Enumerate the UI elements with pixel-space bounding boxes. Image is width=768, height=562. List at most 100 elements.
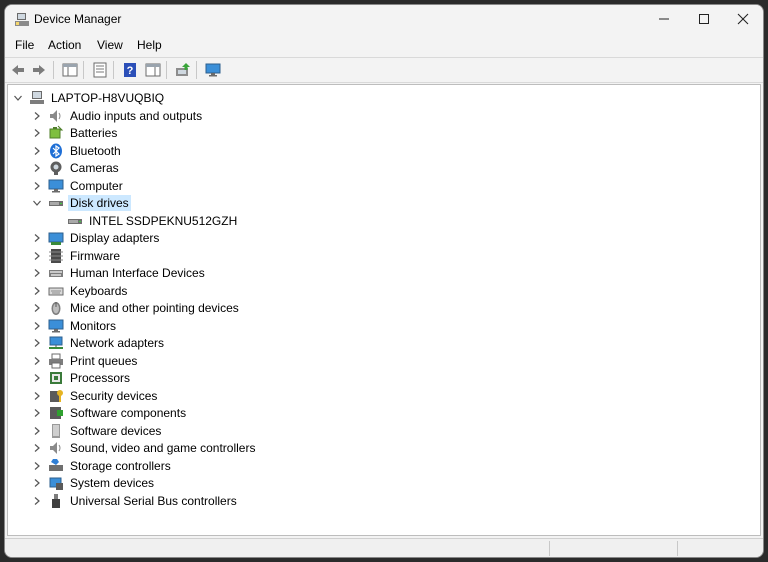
tree-node-label: Computer (70, 178, 123, 193)
properties-icon (93, 62, 107, 78)
tree-node[interactable]: Sound, video and game controllers (8, 440, 748, 457)
monitor-icon (48, 319, 64, 332)
help-button[interactable]: ? (121, 61, 139, 79)
tree-node-label: Bluetooth (70, 143, 121, 158)
tree-node[interactable]: Display adapters (8, 230, 748, 247)
minimize-button[interactable] (644, 5, 684, 33)
tree-node[interactable]: Keyboards (8, 283, 748, 300)
chevron-right-icon[interactable] (32, 461, 42, 471)
tree-root-label: LAPTOP-H8VUQBIQ (51, 91, 165, 105)
chevron-right-icon[interactable] (32, 373, 42, 383)
usb-icon (52, 493, 60, 508)
toolbar-separator (196, 61, 197, 79)
tree-node[interactable]: Software devices (8, 423, 748, 440)
speaker-icon (50, 109, 61, 122)
processor-icon (50, 372, 62, 384)
chevron-right-icon[interactable] (32, 111, 42, 121)
chevron-right-icon[interactable] (32, 286, 42, 296)
chevron-right-icon[interactable] (32, 338, 42, 348)
status-bar (5, 538, 763, 557)
tree-node[interactable]: Print queues (8, 353, 748, 370)
menu-file[interactable]: File (15, 38, 34, 52)
tree-node-label: Print queues (70, 353, 138, 368)
chevron-right-icon[interactable] (32, 496, 42, 506)
hid-icon (49, 270, 63, 277)
monitor-icon (48, 179, 64, 192)
menu-action[interactable]: Action (48, 38, 81, 52)
menu-help[interactable]: Help (137, 38, 162, 52)
show-hide-console-tree-button[interactable] (61, 61, 79, 79)
monitor-icon (205, 63, 221, 77)
tree-node-label: INTEL SSDPEKNU512GZH (89, 213, 238, 228)
tree-node-label: Firmware (70, 248, 120, 263)
tree-node-label: Keyboards (70, 283, 128, 298)
chevron-right-icon[interactable] (32, 426, 42, 436)
keyboard-icon (48, 287, 64, 295)
back-button[interactable] (9, 61, 27, 79)
tree-node[interactable]: Network adapters (8, 335, 748, 352)
mouse-icon (51, 302, 61, 315)
chevron-right-icon[interactable] (32, 478, 42, 488)
tree-node[interactable]: Storage controllers (8, 458, 748, 475)
chevron-down-icon[interactable] (32, 198, 42, 208)
chevron-right-icon[interactable] (32, 443, 42, 453)
status-pane (677, 541, 763, 556)
chevron-right-icon[interactable] (32, 128, 42, 138)
chevron-right-icon[interactable] (32, 408, 42, 418)
tree-node[interactable]: System devices (8, 475, 748, 492)
chevron-right-icon[interactable] (32, 181, 42, 191)
toolbar-separator (83, 61, 84, 79)
chevron-right-icon[interactable] (32, 233, 42, 243)
forward-button[interactable] (30, 61, 48, 79)
chevron-right-icon[interactable] (32, 251, 42, 261)
minimize-icon (659, 18, 669, 20)
chevron-right-icon[interactable] (32, 391, 42, 401)
tree-node[interactable]: Cameras (8, 160, 748, 177)
chevron-right-icon[interactable] (32, 321, 42, 331)
tree-node[interactable]: Audio inputs and outputs (8, 108, 748, 125)
properties-button[interactable] (91, 61, 109, 79)
display-adapter-icon (48, 232, 64, 245)
maximize-button[interactable] (684, 5, 724, 33)
toolbar-separator (166, 61, 167, 79)
title-bar[interactable]: Device Manager (5, 5, 763, 35)
tree-node-label: Software devices (70, 423, 162, 438)
close-button[interactable] (723, 5, 763, 33)
menu-view[interactable]: View (97, 38, 123, 52)
show-action-pane-button[interactable] (144, 61, 162, 79)
maximize-icon (699, 14, 709, 24)
window-title: Device Manager (34, 12, 122, 26)
chevron-right-icon[interactable] (32, 303, 42, 313)
device-tree[interactable]: LAPTOP-H8VUQBIQ Audio inputs and outputs B… (7, 84, 761, 536)
tree-node[interactable]: Disk drives (8, 195, 748, 212)
toolbar-separator (53, 61, 54, 79)
printer-icon (49, 353, 63, 368)
firmware-icon (49, 248, 63, 263)
chevron-right-icon[interactable] (32, 146, 42, 156)
tree-node[interactable]: Computer (8, 178, 748, 195)
chevron-right-icon[interactable] (32, 356, 42, 366)
tree-node-label: Human Interface Devices (70, 266, 205, 280)
tree-child-node[interactable]: INTEL SSDPEKNU512GZH (8, 213, 748, 230)
tree-node[interactable]: Security devices (8, 388, 748, 405)
monitor-button[interactable] (204, 61, 222, 79)
tree-node[interactable]: Human Interface Devices (8, 265, 748, 282)
tree-node[interactable]: Mice and other pointing devices (8, 300, 748, 317)
tree-node[interactable]: Firmware (8, 248, 748, 265)
chevron-right-icon[interactable] (32, 163, 42, 173)
tree-node[interactable]: Batteries (8, 125, 748, 142)
tree-node[interactable]: Processors (8, 370, 748, 387)
tree-node[interactable]: Universal Serial Bus controllers (8, 493, 748, 510)
tree-node-label: Audio inputs and outputs (70, 108, 203, 123)
tree-node[interactable]: Bluetooth (8, 143, 748, 160)
tree-node[interactable]: Monitors (8, 318, 748, 335)
computer-icon (30, 91, 44, 104)
action-pane-icon (145, 63, 161, 77)
scan-hardware-changes-button[interactable] (174, 61, 192, 79)
tree-node[interactable]: Software components (8, 405, 748, 422)
chevron-down-icon[interactable] (13, 93, 23, 103)
tree-node-label: Processors (70, 371, 131, 385)
chevron-right-icon[interactable] (32, 268, 42, 278)
help-icon: ? (124, 63, 136, 77)
tree-root[interactable]: LAPTOP-H8VUQBIQ (8, 90, 748, 107)
